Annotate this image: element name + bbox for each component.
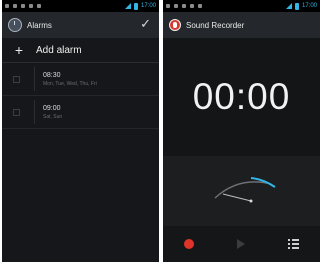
microphone-icon[interactable] [169, 19, 181, 31]
plus-icon: + [14, 42, 24, 58]
battery-icon [133, 2, 138, 10]
status-right: 17:00 [124, 2, 156, 10]
status-bar: 17:00 [2, 0, 159, 12]
play-button[interactable] [215, 239, 267, 249]
play-icon [237, 239, 245, 249]
page-title: Sound Recorder [186, 20, 245, 30]
clock-icon[interactable] [8, 18, 22, 32]
notification-icon [21, 4, 25, 8]
alarm-item[interactable]: 08:30 Mon, Tue, Wed, Thu, Fri [2, 63, 159, 96]
alarm-enable-checkbox[interactable] [13, 75, 20, 83]
alarm-enable-checkbox[interactable] [13, 108, 20, 116]
alarm-days: Mon, Tue, Wed, Thu, Fri [43, 80, 97, 87]
alarm-item[interactable]: 09:00 Sat, Sun [2, 96, 159, 129]
vu-meter [214, 177, 276, 203]
record-button[interactable] [163, 239, 215, 249]
notification-icon [182, 4, 186, 8]
divider [34, 100, 35, 124]
sound-recorder-screen: 17:00 Sound Recorder 00:00 [163, 0, 320, 262]
notification-icons [5, 4, 41, 8]
notification-icons [166, 4, 202, 8]
recordings-list-button[interactable] [267, 239, 319, 249]
record-icon [184, 239, 194, 249]
alarms-screen: 17:00 Alarms ✓ + Add alarm 08:30 Mon, Tu… [2, 0, 159, 262]
list-icon [287, 239, 299, 249]
check-icon[interactable]: ✓ [140, 16, 151, 32]
notification-icon [174, 4, 178, 8]
action-bar: Sound Recorder [163, 12, 320, 38]
add-alarm-label: Add alarm [36, 44, 82, 56]
action-bar: Alarms ✓ [2, 12, 159, 38]
vu-needle [222, 193, 252, 202]
vu-arc [214, 181, 272, 199]
recorder-controls [163, 226, 320, 262]
alarm-time: 09:00 [43, 104, 61, 112]
notification-icon [166, 4, 170, 8]
notification-icon [13, 4, 17, 8]
page-title: Alarms [27, 20, 52, 30]
alarm-days: Sat, Sun [43, 113, 63, 120]
status-time: 17:00 [301, 3, 317, 9]
status-right: 17:00 [285, 2, 317, 10]
divider [34, 67, 35, 91]
timer-display: 00:00 [192, 76, 291, 117]
notification-icon [190, 4, 194, 8]
status-time: 17:00 [140, 3, 156, 9]
timer-panel: 00:00 [163, 38, 320, 156]
vu-pivot [249, 199, 253, 203]
alarm-time: 08:30 [43, 71, 61, 79]
notification-icon [5, 4, 9, 8]
vu-meter-panel [163, 156, 320, 226]
alarm-details: 08:30 Mon, Tue, Wed, Thu, Fri [43, 72, 97, 87]
signal-icon [124, 3, 131, 9]
notification-icon [29, 4, 33, 8]
status-bar: 17:00 [163, 0, 320, 12]
battery-icon [294, 2, 299, 10]
notification-icon [198, 4, 202, 8]
notification-icon [37, 4, 41, 8]
alarm-details: 09:00 Sat, Sun [43, 105, 62, 120]
add-alarm-button[interactable]: + Add alarm [2, 38, 159, 63]
signal-icon [285, 3, 292, 9]
